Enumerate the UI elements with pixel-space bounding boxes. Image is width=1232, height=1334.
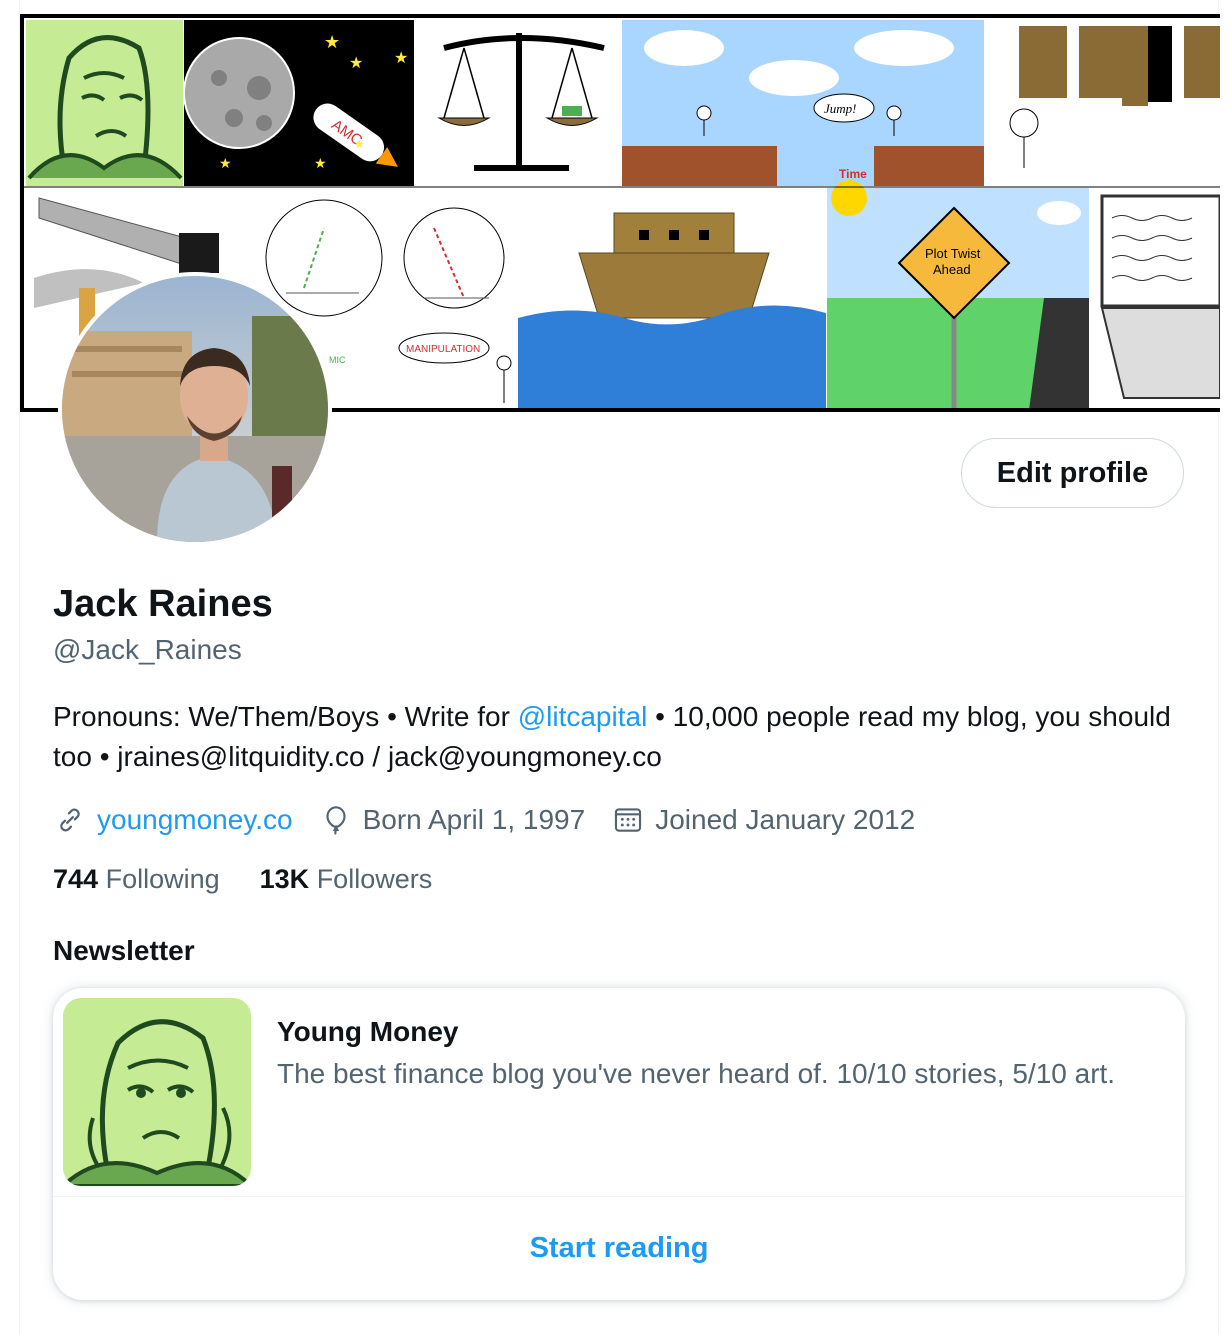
link-icon xyxy=(53,803,87,837)
following-count: 744 xyxy=(53,864,99,894)
profile-bio: Pronouns: We/Them/Boys • Write for @litc… xyxy=(53,697,1193,777)
svg-text:★: ★ xyxy=(314,155,327,171)
banner-panel-scales xyxy=(415,20,621,186)
edit-profile-button[interactable]: Edit profile xyxy=(961,438,1184,508)
banner-panel-space: AMC ★ ★ ★ ★ ★ ★ xyxy=(183,20,414,186)
banner-panel-face xyxy=(26,20,183,186)
bio-mention-link[interactable]: @litcapital xyxy=(518,701,648,732)
followers-link[interactable]: 13K Followers xyxy=(260,864,433,895)
meta-joined: Joined January 2012 xyxy=(611,803,915,837)
followers-count: 13K xyxy=(259,864,310,894)
newsletter-description: The best finance blog you've never heard… xyxy=(277,1058,1116,1089)
newsletter-section-title: Newsletter xyxy=(53,935,195,966)
followers-label: Followers xyxy=(316,864,433,894)
banner-plot-twist-1: Plot Twist xyxy=(925,246,981,261)
calendar-icon xyxy=(611,803,645,837)
newsletter-title: Young Money xyxy=(277,1016,459,1047)
banner-manipulation-text: MANIPULATION xyxy=(406,344,480,355)
banner-plot-twist-2: Ahead xyxy=(933,262,971,277)
meta-birthday: Born April 1, 1997 xyxy=(319,803,586,837)
svg-text:★: ★ xyxy=(394,50,408,67)
svg-text:★: ★ xyxy=(219,155,232,171)
banner-panel-doors xyxy=(985,20,1220,186)
website-link[interactable]: youngmoney.co xyxy=(97,804,293,836)
svg-text:★: ★ xyxy=(324,32,340,52)
joined-text: Joined January 2012 xyxy=(655,804,916,835)
profile-handle: @Jack_Raines xyxy=(53,634,242,665)
banner-jump-text: Jump! xyxy=(824,101,857,116)
banner-time-text: Time xyxy=(839,167,867,181)
svg-text:★: ★ xyxy=(354,137,365,151)
banner-panel-laptop xyxy=(1090,188,1220,408)
banner-panel-ark xyxy=(518,188,826,408)
balloon-icon xyxy=(319,803,353,837)
newsletter-card[interactable]: Young Money The best finance blog you've… xyxy=(53,988,1185,1300)
start-reading-button[interactable]: Start reading xyxy=(53,1197,1185,1300)
avatar[interactable] xyxy=(58,272,332,546)
bio-text-before: Pronouns: We/Them/Boys • Write for xyxy=(53,701,518,732)
following-label: Following xyxy=(105,864,220,894)
newsletter-thumbnail xyxy=(63,998,251,1186)
banner-mic-text: MIC xyxy=(329,355,346,365)
profile-name: Jack Raines xyxy=(53,583,273,625)
profile-stats: 744 Following 13K Followers xyxy=(53,864,472,895)
following-link[interactable]: 744 Following xyxy=(53,864,220,895)
profile-meta: youngmoney.co Born April 1, 1997 Joined … xyxy=(53,800,941,840)
birthday-text: Born April 1, 1997 xyxy=(362,804,586,835)
banner-panel-jump: Jump! Time xyxy=(622,20,984,186)
meta-website: youngmoney.co xyxy=(53,803,293,837)
svg-text:★: ★ xyxy=(349,55,363,72)
banner-panel-road: Plot Twist Ahead xyxy=(827,180,1089,408)
